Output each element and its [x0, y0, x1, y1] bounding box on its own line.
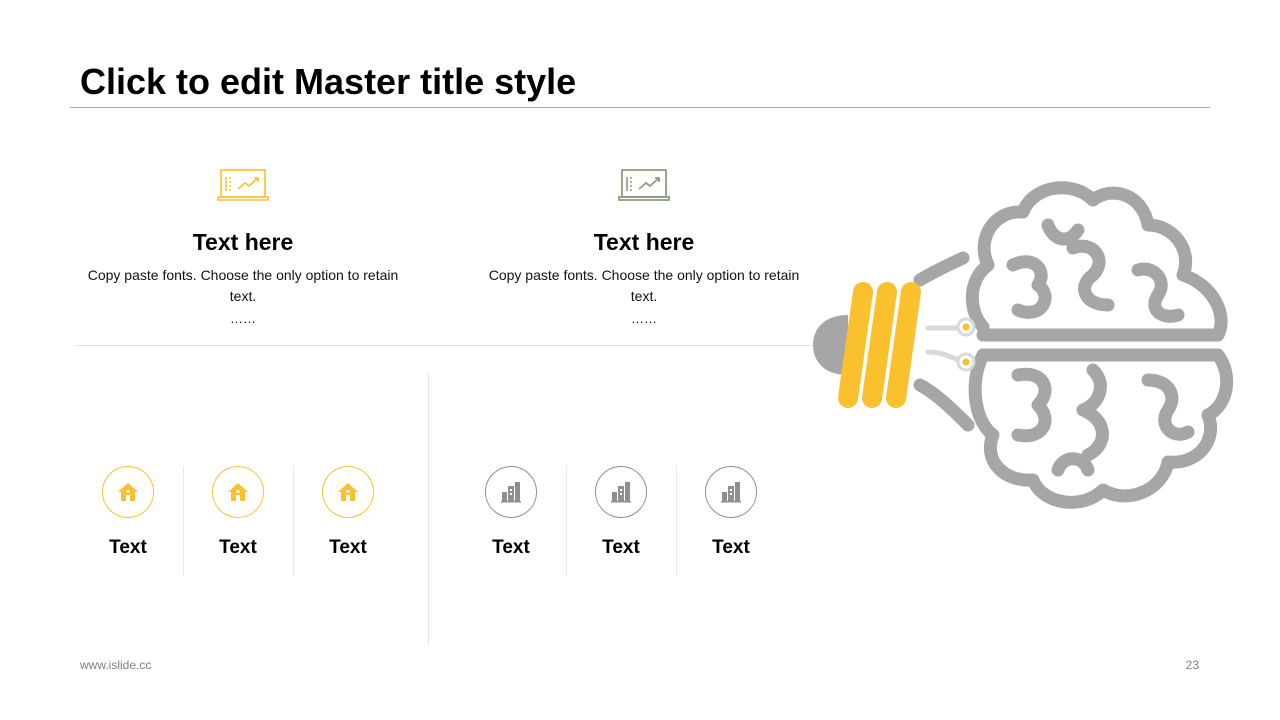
icon-circle: [102, 466, 154, 518]
page-number: 23: [1185, 658, 1199, 672]
item-divider: [566, 466, 567, 576]
home-icon: [228, 483, 248, 501]
item-label: Text: [492, 537, 530, 558]
item-label: Text: [109, 537, 147, 558]
item-divider: [676, 466, 677, 576]
title-divider: [70, 107, 1210, 108]
feature-block: Text here Copy paste fonts. Choose the o…: [474, 165, 814, 329]
building-icon: [501, 482, 521, 503]
feature-heading: Text here: [192, 229, 294, 255]
feature-block: Text here Copy paste fonts. Choose the o…: [73, 165, 413, 329]
feature-ellipsis: ……: [230, 311, 256, 326]
item-label: Text: [712, 537, 750, 558]
brain-bulb-icon: [813, 181, 1234, 509]
section-divider: [75, 345, 815, 346]
home-icon: [338, 483, 358, 501]
list-item: Text: [571, 466, 671, 560]
list-item: Text: [298, 466, 398, 560]
feature-body: Copy paste fonts. Choose the only option…: [87, 267, 399, 304]
icon-circle: [485, 466, 537, 518]
list-item: Text: [681, 466, 781, 560]
group-divider: [428, 373, 429, 646]
laptop-chart-icon: [217, 169, 269, 201]
slide-title: Click to edit Master title style: [80, 61, 577, 102]
feature-heading: Text here: [593, 229, 695, 255]
item-label: Text: [329, 537, 367, 558]
item-divider: [293, 466, 294, 576]
building-icon: [721, 482, 741, 503]
home-icon: [118, 483, 138, 501]
icon-circle: [212, 466, 264, 518]
footer-website: www.islide.cc: [80, 658, 152, 672]
icon-circle: [595, 466, 647, 518]
building-icon: [611, 482, 631, 503]
list-item: Text: [188, 466, 288, 560]
feature-ellipsis: ……: [631, 311, 657, 326]
item-label: Text: [602, 537, 640, 558]
feature-body: Copy paste fonts. Choose the only option…: [488, 267, 800, 304]
item-label: Text: [219, 537, 257, 558]
icon-circle: [705, 466, 757, 518]
list-item: Text: [461, 466, 561, 560]
laptop-chart-icon: [618, 169, 670, 201]
list-item: Text: [78, 466, 178, 560]
item-divider: [183, 466, 184, 576]
icon-circle: [322, 466, 374, 518]
